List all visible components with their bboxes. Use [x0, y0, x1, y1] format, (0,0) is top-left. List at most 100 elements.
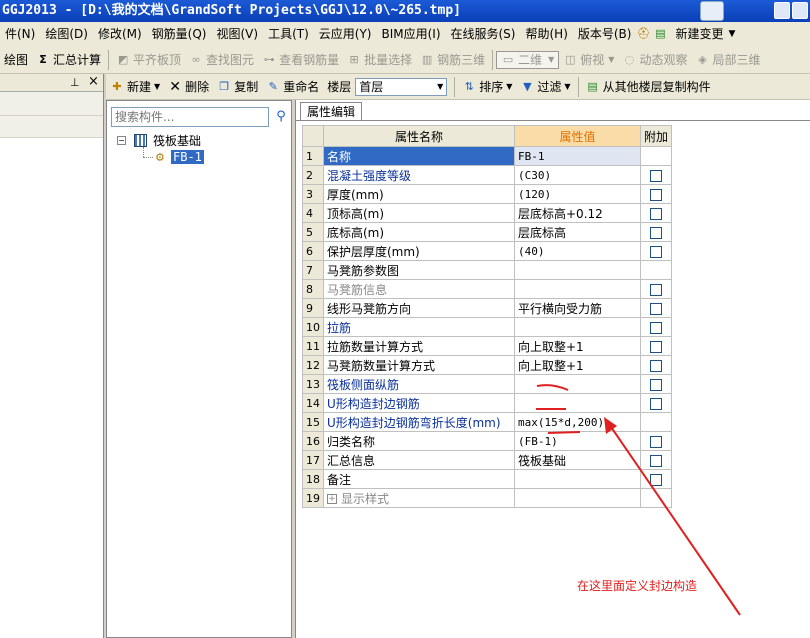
property-name[interactable]: 名称	[323, 146, 515, 166]
menu-draw[interactable]: 绘图(D)	[40, 22, 93, 46]
extra-checkbox[interactable]	[650, 340, 662, 353]
filter-button[interactable]: ▼ 过滤 ▼	[516, 75, 574, 99]
menu-online[interactable]: 在线服务(S)	[446, 22, 521, 46]
property-name[interactable]: 顶标高(m)	[323, 203, 515, 223]
table-row[interactable]: 2 混凝土强度等级 (C30)	[302, 165, 673, 185]
property-value[interactable]	[514, 469, 641, 489]
property-name[interactable]: 底标高(m)	[323, 222, 515, 242]
search-input[interactable]	[111, 107, 269, 127]
extra-checkbox[interactable]	[650, 302, 662, 315]
search-icon[interactable]: ⚲	[271, 107, 291, 127]
copy-from-floor-button[interactable]: ▤ 从其他楼层复制构件	[582, 75, 715, 99]
left-panel-row[interactable]	[0, 92, 103, 116]
property-name[interactable]: 线形马凳筋方向	[323, 298, 515, 318]
view-mode-select[interactable]: ▭ 二维 ▼	[496, 50, 560, 69]
property-name[interactable]: U形构造封边钢筋弯折长度(mm)	[323, 412, 515, 432]
property-name[interactable]: 马凳筋信息	[323, 279, 515, 299]
left-panel-row[interactable]	[0, 116, 103, 138]
table-row[interactable]: 13 筏板侧面纵筋	[302, 374, 673, 394]
menu-new-change[interactable]: 新建变更	[670, 22, 728, 46]
table-row[interactable]: 1 名称 FB-1	[302, 146, 673, 166]
extra-checkbox[interactable]	[650, 188, 662, 201]
extra-checkbox[interactable]	[650, 397, 662, 410]
floor-select[interactable]: 首层 ▼	[355, 77, 448, 96]
property-value[interactable]: 层底标高+0.12	[514, 203, 641, 223]
table-row[interactable]: 18 备注	[302, 469, 673, 489]
menu-tools[interactable]: 工具(T)	[263, 22, 314, 46]
property-name-group[interactable]: + 显示样式	[323, 488, 515, 508]
top-view-button[interactable]: ◫ 俯视 ▼	[559, 48, 618, 72]
table-row[interactable]: 19 + 显示样式	[302, 488, 673, 508]
menu-bim[interactable]: BIM应用(I)	[376, 22, 445, 46]
property-name[interactable]: 归类名称	[323, 431, 515, 451]
menu-modify[interactable]: 修改(M)	[93, 22, 147, 46]
dynamic-view-button[interactable]: ◌ 动态观察	[618, 48, 691, 72]
tab-property-edit[interactable]: 属性编辑	[300, 102, 363, 121]
expand-plus-icon[interactable]: +	[327, 494, 337, 504]
property-name[interactable]: 拉筋	[323, 317, 515, 337]
menu-file[interactable]: 件(N)	[0, 22, 40, 46]
table-row[interactable]: 8 马凳筋信息	[302, 279, 673, 299]
property-value[interactable]: 筏板基础	[514, 450, 641, 470]
menu-version[interactable]: 版本号(B)	[573, 22, 637, 46]
property-value[interactable]: (FB-1)	[514, 431, 641, 451]
property-name[interactable]: U形构造封边钢筋	[323, 393, 515, 413]
table-row[interactable]: 10 拉筋	[302, 317, 673, 337]
view-rebar-button[interactable]: ⊶ 查看钢筋量	[258, 48, 343, 72]
new-component-button[interactable]: ✚ 新建 ▼	[106, 75, 164, 99]
table-row[interactable]: 12 马凳筋数量计算方式 向上取整+1	[302, 355, 673, 375]
table-row[interactable]: 11 拉筋数量计算方式 向上取整+1	[302, 336, 673, 356]
rebar-3d-button[interactable]: ▥ 钢筋三维	[416, 48, 489, 72]
menu-help[interactable]: 帮助(H)	[520, 22, 572, 46]
local-3d-button[interactable]: ◈ 局部三维	[691, 48, 764, 72]
rename-button[interactable]: ✎ 重命名	[262, 75, 323, 99]
property-name[interactable]: 马凳筋参数图	[323, 260, 515, 280]
extra-checkbox[interactable]	[650, 226, 662, 239]
tree-root-label[interactable]: 筏板基础	[153, 132, 201, 149]
property-value[interactable]	[514, 374, 641, 394]
property-value[interactable]: 向上取整+1	[514, 355, 641, 375]
property-value[interactable]	[514, 488, 641, 508]
chevron-down-icon[interactable]: ▼	[729, 29, 736, 39]
property-name[interactable]: 拉筋数量计算方式	[323, 336, 515, 356]
delete-button[interactable]: ✕ 删除	[164, 75, 213, 99]
minimize-button[interactable]	[774, 2, 790, 19]
find-element-button[interactable]: ∞ 查找图元	[185, 48, 258, 72]
table-row[interactable]: 3 厚度(mm) (120)	[302, 184, 673, 204]
menu-rebar-quantity[interactable]: 钢筋量(Q)	[147, 22, 212, 46]
app-status-icon[interactable]	[700, 1, 724, 21]
table-row[interactable]: 17 汇总信息 筏板基础	[302, 450, 673, 470]
menu-cloud[interactable]: 云应用(Y)	[314, 22, 377, 46]
table-row[interactable]: 6 保护层厚度(mm) (40)	[302, 241, 673, 261]
pin-icon[interactable]: ⊥	[70, 76, 80, 89]
property-value[interactable]: FB-1	[514, 146, 641, 166]
table-row[interactable]: 4 顶标高(m) 层底标高+0.12	[302, 203, 673, 223]
property-value[interactable]: (40)	[514, 241, 641, 261]
extra-checkbox[interactable]	[650, 169, 662, 182]
property-value[interactable]: (C30)	[514, 165, 641, 185]
table-row[interactable]: 7 马凳筋参数图	[302, 260, 673, 280]
property-value[interactable]: 平行横向受力筋	[514, 298, 641, 318]
extra-checkbox[interactable]	[650, 378, 662, 391]
property-value[interactable]	[514, 260, 641, 280]
property-name[interactable]: 混凝土强度等级	[323, 165, 515, 185]
extra-checkbox[interactable]	[650, 454, 662, 467]
property-name[interactable]: 汇总信息	[323, 450, 515, 470]
table-row[interactable]: 5 底标高(m) 层底标高	[302, 222, 673, 242]
extra-checkbox[interactable]	[650, 435, 662, 448]
extra-checkbox[interactable]	[650, 207, 662, 220]
extra-checkbox[interactable]	[650, 283, 662, 296]
property-value[interactable]: 层底标高	[514, 222, 641, 242]
extra-checkbox[interactable]	[650, 321, 662, 334]
property-name[interactable]: 保护层厚度(mm)	[323, 241, 515, 261]
property-name[interactable]: 筏板侧面纵筋	[323, 374, 515, 394]
table-row[interactable]: 9 线形马凳筋方向 平行横向受力筋	[302, 298, 673, 318]
property-name[interactable]: 厚度(mm)	[323, 184, 515, 204]
property-value[interactable]	[514, 393, 641, 413]
property-value[interactable]: 向上取整+1	[514, 336, 641, 356]
property-value[interactable]: (120)	[514, 184, 641, 204]
copy-button[interactable]: ❐ 复制	[213, 75, 262, 99]
property-name[interactable]: 备注	[323, 469, 515, 489]
table-row[interactable]: 16 归类名称 (FB-1)	[302, 431, 673, 451]
summary-calc-button[interactable]: Σ 汇总计算	[32, 48, 105, 72]
